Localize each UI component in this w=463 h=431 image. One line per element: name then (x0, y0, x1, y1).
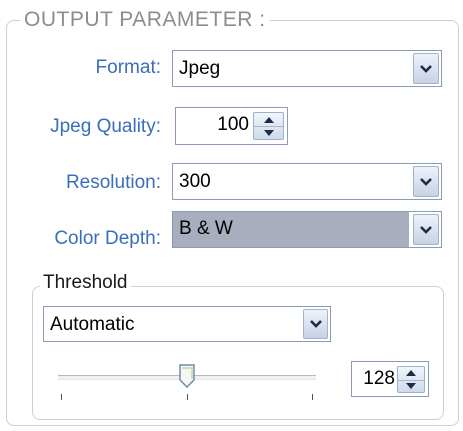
spin-up-button[interactable] (254, 113, 283, 126)
arrow-up-icon (406, 370, 416, 377)
threshold-slider-thumb[interactable] (178, 364, 196, 393)
slider-tick (312, 394, 313, 400)
threshold-value-field[interactable]: 128 (351, 361, 429, 397)
format-dropdown-button[interactable] (413, 53, 439, 84)
threshold-mode-select[interactable]: Automatic (43, 306, 331, 342)
chevron-down-icon (420, 225, 432, 234)
jpeg-quality-label: Jpeg Quality: (50, 116, 161, 137)
format-label: Format: (95, 57, 161, 78)
threshold-mode-dropdown-button[interactable] (303, 309, 328, 339)
output-parameter-title: OUTPUT PARAMETER : (20, 8, 270, 32)
chevron-down-icon (420, 177, 432, 186)
jpeg-quality-value: 100 (217, 114, 249, 135)
format-select[interactable]: Jpeg (172, 50, 442, 87)
slider-tick (187, 394, 188, 400)
threshold-spinner[interactable] (397, 366, 425, 393)
arrow-down-icon (263, 130, 274, 136)
color-depth-dropdown-button[interactable] (413, 214, 439, 245)
resolution-label: Resolution: (65, 172, 161, 193)
threshold-value: 128 (363, 368, 395, 389)
format-value: Jpeg (179, 58, 221, 79)
jpeg-quality-field[interactable]: 100 (175, 107, 288, 145)
threshold-title: Threshold (40, 272, 131, 294)
spin-up-button[interactable] (398, 367, 424, 380)
threshold-mode-value: Automatic (50, 314, 135, 335)
color-depth-label: Color Depth: (54, 228, 161, 249)
arrow-down-icon (406, 383, 416, 390)
color-depth-select[interactable]: B & W (172, 211, 442, 248)
spin-down-button[interactable] (398, 379, 424, 393)
chevron-down-icon (309, 320, 322, 328)
color-depth-value: B & W (173, 212, 409, 247)
arrow-up-icon (263, 116, 274, 123)
resolution-select[interactable]: 300 (172, 163, 442, 200)
chevron-down-icon (420, 64, 432, 73)
resolution-value: 300 (179, 171, 211, 192)
spin-down-button[interactable] (254, 126, 283, 139)
slider-thumb-icon (179, 364, 195, 389)
slider-tick (61, 394, 62, 400)
jpeg-quality-spinner[interactable] (253, 112, 284, 140)
resolution-dropdown-button[interactable] (413, 166, 439, 197)
